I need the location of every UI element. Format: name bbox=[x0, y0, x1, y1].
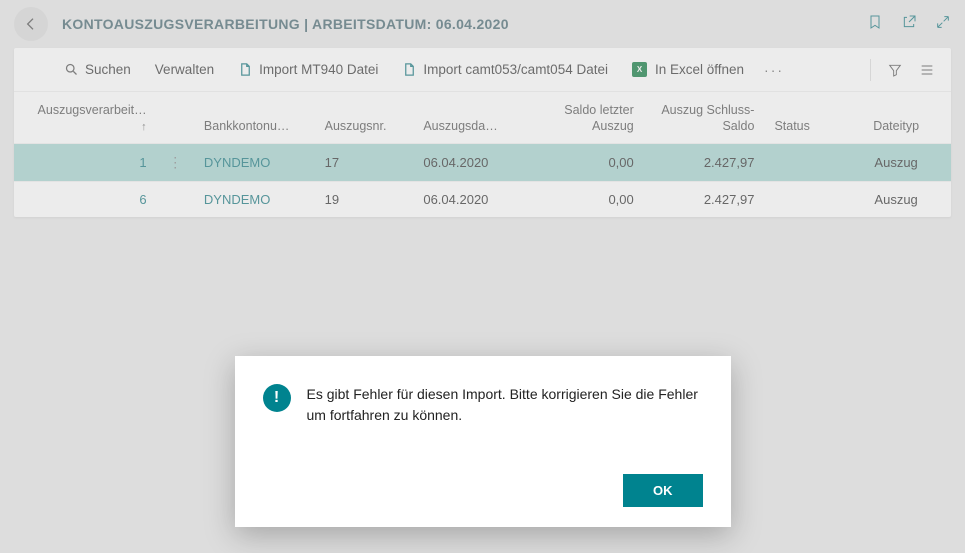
dialog-message: Es gibt Fehler für diesen Import. Bitte … bbox=[307, 384, 703, 426]
ok-button[interactable]: OK bbox=[623, 474, 703, 507]
error-dialog: ! Es gibt Fehler für diesen Import. Bitt… bbox=[235, 356, 731, 527]
alert-icon: ! bbox=[263, 384, 291, 412]
